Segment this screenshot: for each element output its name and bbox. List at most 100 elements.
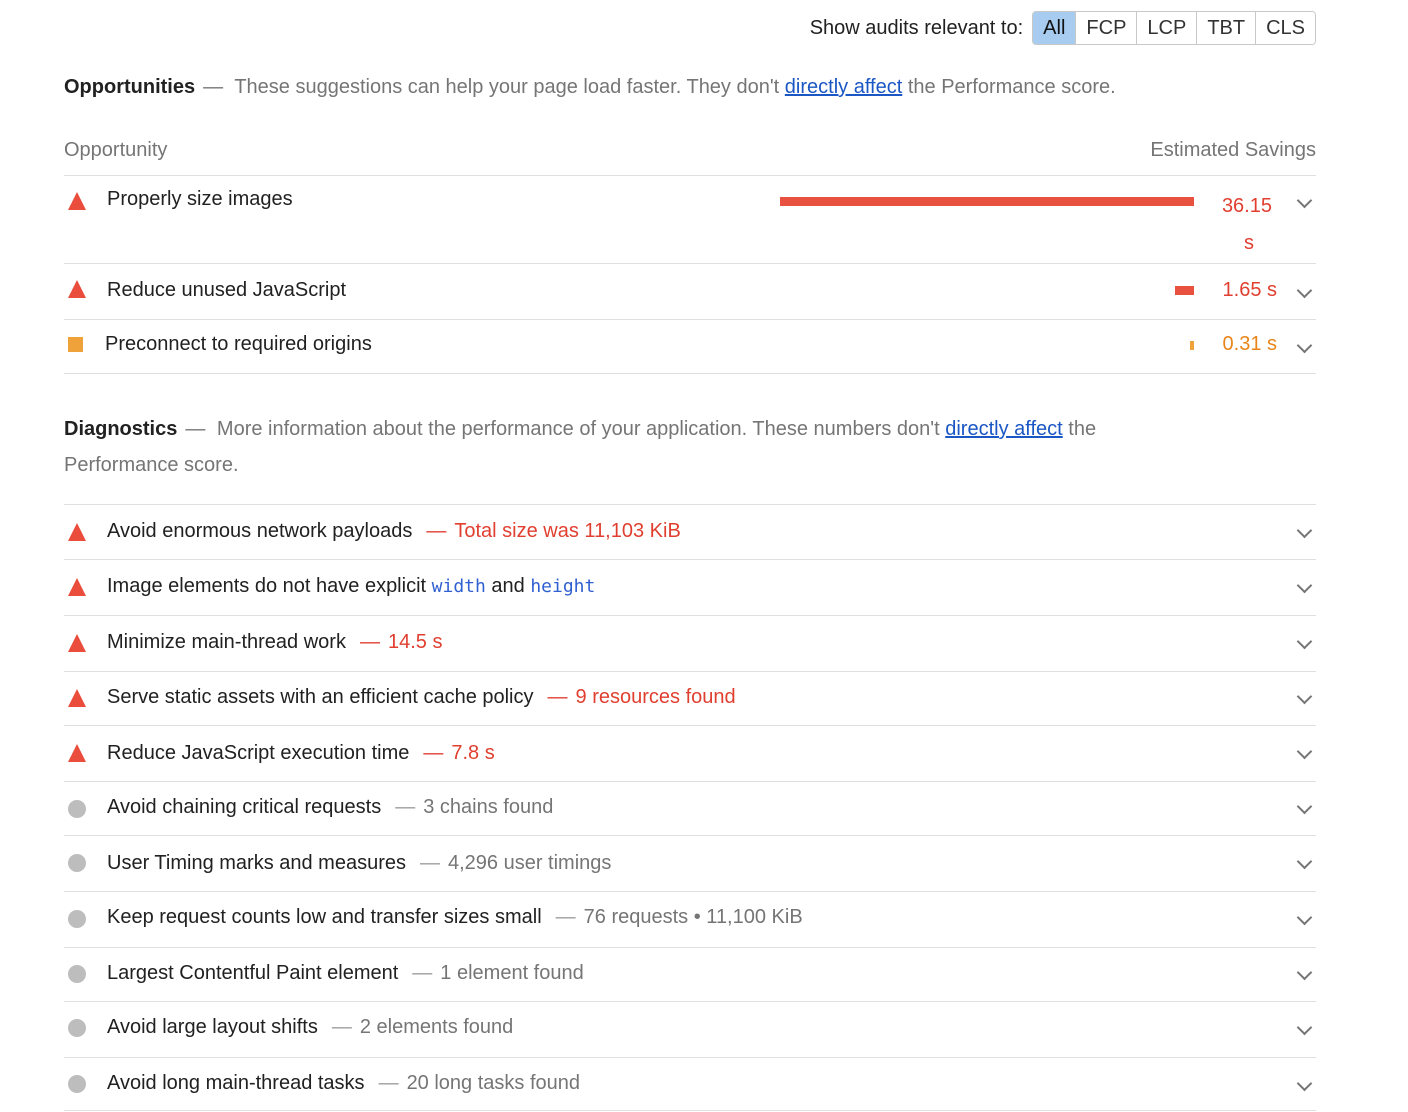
average-square-icon [68,337,83,352]
diagnostic-title: Avoid large layout shifts [107,1016,318,1038]
savings-bar [1175,286,1194,295]
fail-triangle-icon [68,689,86,707]
chevron-down-icon[interactable] [1296,522,1313,539]
detail-dash: — [378,1072,399,1094]
savings-bar [1190,341,1194,350]
diagnostic-row[interactable]: User Timing marks and measures — 4,296 use… [64,836,1316,892]
chevron-down-icon[interactable] [1296,633,1313,650]
savings-bar [780,197,1194,206]
chevron-down-icon[interactable] [1296,1075,1313,1092]
fail-triangle-icon [68,744,86,762]
diagnostic-label: Avoid chaining critical requests — 3 chain… [107,796,553,819]
audit-filter-bar: Show audits relevant to: All FCP LCP TBT… [810,11,1316,45]
diagnostic-title: Serve static assets with an efficient ca… [107,686,534,708]
diagnostic-title: Image elements do not have explicit [107,575,427,597]
chevron-down-icon[interactable] [1296,853,1313,870]
fail-triangle-icon [68,280,86,298]
filter-cls-button[interactable]: CLS [1255,12,1315,44]
diagnostic-row[interactable]: Keep request counts low and transfer siz… [64,892,1316,948]
diagnostics-header: Diagnostics — More information about the … [64,411,1304,483]
detail-dash: — [423,742,444,764]
diagnostic-row[interactable]: Avoid enormous network payloads — Total si… [64,505,1316,560]
diagnostic-detail: 7.8 s [451,742,495,764]
diagnostic-detail: 3 chains found [423,796,554,818]
opportunity-row-reduce-unused-javascript[interactable]: Reduce unused JavaScript 1.65 s [64,264,1316,320]
diagnostic-row[interactable]: Avoid large layout shifts — 2 elements fou… [64,1002,1316,1058]
opportunities-directly-affect-link[interactable]: directly affect [785,76,902,98]
diagnostic-row[interactable]: Minimize main-thread work — 14.5 s [64,616,1316,672]
chevron-down-icon[interactable] [1296,337,1313,354]
chevron-down-icon[interactable] [1296,909,1313,926]
diagnostics-directly-affect-link[interactable]: directly affect [945,418,1062,440]
detail-dash: — [555,906,576,928]
chevron-down-icon[interactable] [1296,282,1313,299]
savings-number: 36.15 [1221,195,1272,217]
detail-dash: — [395,796,416,818]
diagnostic-row[interactable]: Largest Contentful Paint element — 1 eleme… [64,948,1316,1002]
diagnostic-row[interactable]: Serve static assets with an efficient ca… [64,672,1316,726]
opportunity-row-preconnect[interactable]: Preconnect to required origins 0.31 s [64,320,1316,374]
diagnostic-label: Largest Contentful Paint element — 1 eleme… [107,962,584,985]
filter-button-group: All FCP LCP TBT CLS [1032,11,1316,45]
diagnostic-detail: 76 requests • 11,100 KiB [583,906,803,928]
chevron-down-icon[interactable] [1296,798,1313,815]
diagnostic-detail: 20 long tasks found [406,1072,581,1094]
opportunity-label: Reduce unused JavaScript [107,279,347,301]
opportunities-header: Opportunities — These suggestions can hel… [64,69,1304,105]
diagnostic-title: Avoid enormous network payloads [107,520,413,542]
diagnostic-title: Avoid long main-thread tasks [107,1072,365,1094]
diagnostic-detail: 4,296 user timings [447,852,612,874]
info-circle-icon [68,854,86,872]
diagnostic-detail: 1 element found [440,962,584,984]
diagnostic-title: User Timing marks and measures [107,852,406,874]
diagnostic-detail: 14.5 s [387,631,443,653]
info-circle-icon [68,1019,86,1037]
diagnostic-label: User Timing marks and measures — 4,296 use… [107,852,611,875]
chevron-down-icon[interactable] [1296,743,1313,760]
opportunities-description-end: the Performance score. [907,76,1116,98]
diagnostic-label: Avoid large layout shifts — 2 elements fou… [107,1016,513,1039]
opportunities-description: These suggestions can help your page loa… [234,76,780,98]
opportunity-label: Preconnect to required origins [105,333,372,355]
diagnostics-dash: — [185,418,206,440]
diagnostic-title: Keep request counts low and transfer siz… [107,906,542,928]
info-circle-icon [68,965,86,983]
filter-fcp-button[interactable]: FCP [1075,12,1137,44]
fail-triangle-icon [68,578,86,596]
savings-unit: s [1244,232,1254,254]
diagnostic-title: Minimize main-thread work [107,631,346,653]
chevron-down-icon[interactable] [1296,577,1313,594]
diagnostic-row[interactable]: Avoid long main-thread tasks — 20 long tas… [64,1058,1316,1111]
fail-triangle-icon [68,192,86,210]
diagnostic-row[interactable]: Avoid chaining critical requests — 3 chain… [64,782,1316,836]
opportunity-row-properly-size-images[interactable]: Properly size images 36.15 s [64,176,1316,264]
filter-all-button[interactable]: All [1033,12,1076,44]
diagnostic-label: Keep request counts low and transfer siz… [107,906,803,929]
diagnostic-row[interactable]: Reduce JavaScript execution time — 7.8 s [64,726,1316,782]
info-circle-icon [68,800,86,818]
diagnostic-label: Image elements do not have explicit widt… [107,575,595,598]
info-circle-icon [68,1075,86,1093]
diagnostics-description-line2: Performance score. [64,454,239,476]
detail-dash: — [426,520,447,542]
diagnostics-description-end: the [1068,418,1097,440]
chevron-down-icon[interactable] [1296,688,1313,705]
opportunity-table-header: Opportunity Estimated Savings [64,135,1316,176]
chevron-down-icon[interactable] [1296,192,1313,209]
diagnostic-detail: 9 resources found [575,686,736,708]
chevron-down-icon[interactable] [1296,1019,1313,1036]
diagnostic-label: Avoid enormous network payloads — Total si… [107,520,681,543]
filter-lcp-button[interactable]: LCP [1136,12,1197,44]
detail-dash: — [331,1016,352,1038]
opportunities-title: Opportunities [64,76,196,98]
diagnostic-title-and: and [491,575,525,597]
diagnostic-label: Avoid long main-thread tasks — 20 long tas… [107,1072,580,1095]
diagnostic-title: Reduce JavaScript execution time [107,742,410,764]
savings-value: 36.15 s [1202,188,1272,262]
diagnostic-row[interactable]: Image elements do not have explicit widt… [64,560,1316,616]
opportunity-column-header: Opportunity [64,139,168,161]
chevron-down-icon[interactable] [1296,964,1313,981]
filter-tbt-button[interactable]: TBT [1196,12,1256,44]
detail-dash: — [547,686,568,708]
savings-value: 0.31 s [1222,333,1277,355]
